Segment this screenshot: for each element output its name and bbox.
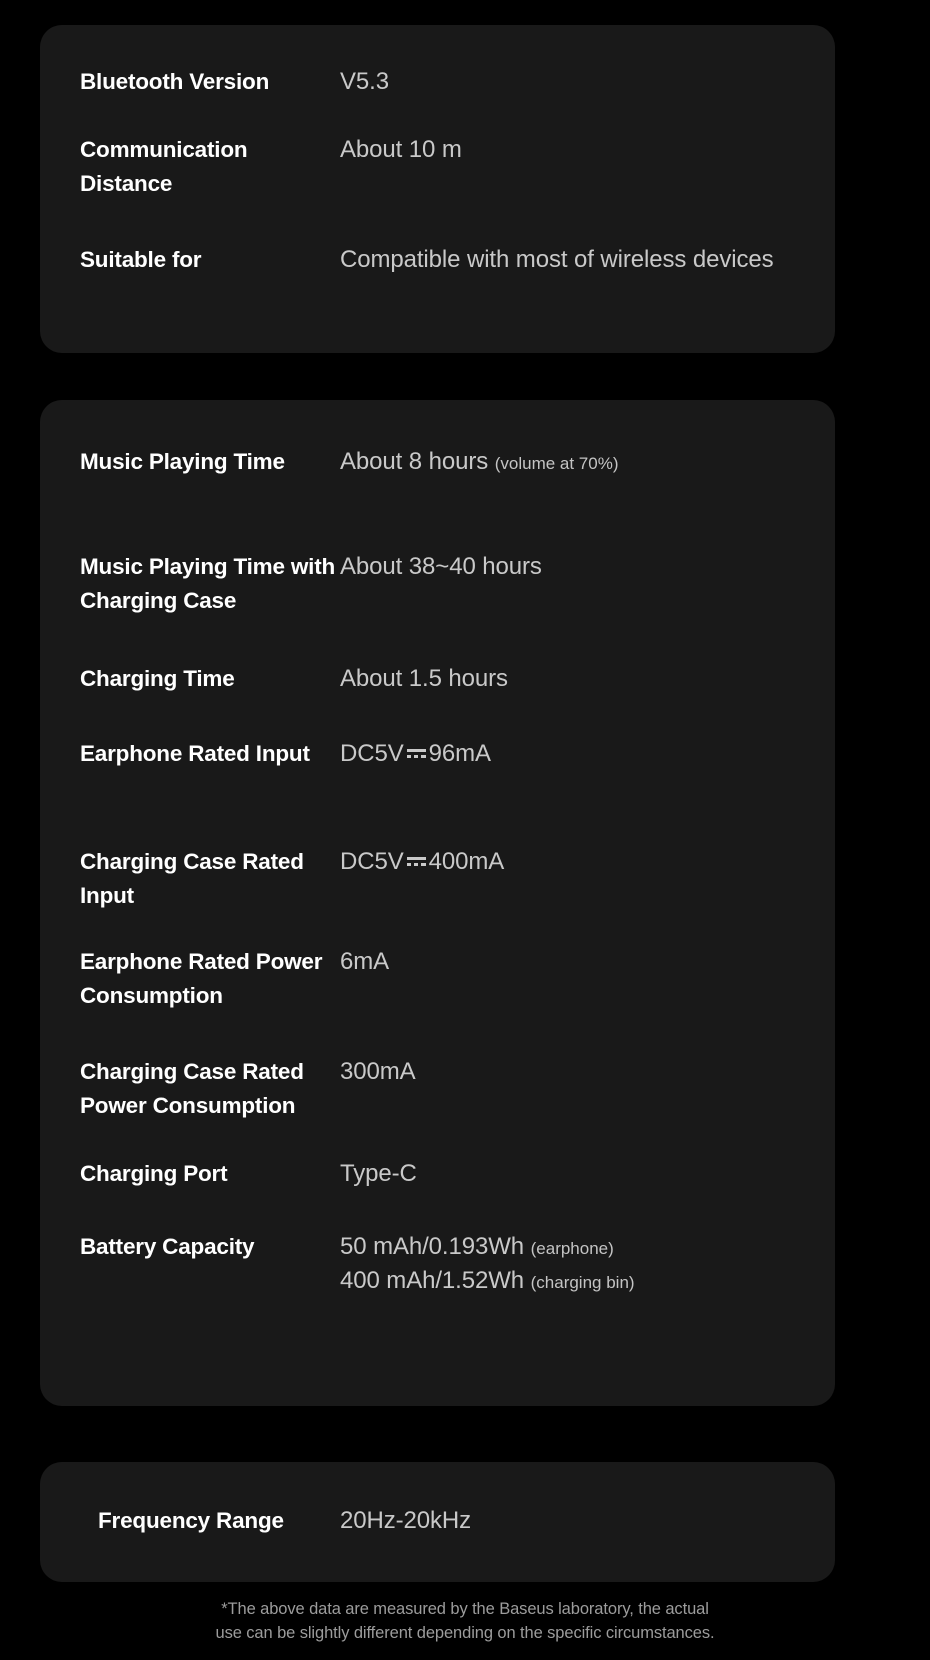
value-note: (earphone)	[530, 1239, 614, 1258]
spec-value: About 38~40 hours	[340, 553, 542, 580]
spec-row-communication-distance: Communication Distance About 10 m	[40, 133, 835, 201]
disclaimer-footnote: *The above data are measured by the Base…	[0, 1598, 930, 1646]
spec-label: Music Playing Time with Charging Case	[80, 554, 336, 613]
spec-label: Suitable for	[80, 247, 202, 272]
spec-label: Frequency Range	[98, 1508, 284, 1533]
spec-value: About 8 hours (volume at 70%)	[340, 445, 835, 479]
spec-row-music-playing-time-with-case: Music Playing Time with Charging Case Ab…	[40, 550, 835, 618]
spec-row-charging-case-rated-input: Charging Case Rated Input DC5V 400mA	[40, 845, 835, 913]
spec-row-earphone-power-consumption: Earphone Rated Power Consumption 6mA	[40, 945, 835, 1013]
footnote-line-2: use can be slightly different depending …	[215, 1623, 715, 1642]
footnote-line-1: *The above data are measured by the Base…	[221, 1600, 709, 1618]
spec-value: 50 mAh/0.193Wh (earphone) 400 mAh/1.52Wh…	[340, 1230, 835, 1298]
spec-label: Music Playing Time	[80, 449, 285, 474]
spec-label: Earphone Rated Input	[80, 741, 310, 766]
value-prefix: DC5V	[340, 740, 404, 767]
spec-row-charging-time: Charging Time About 1.5 hours	[40, 662, 835, 696]
battery-capacity-earphone: 50 mAh/0.193Wh (earphone)	[340, 1230, 805, 1264]
spec-row-bluetooth-version: Bluetooth Version V5.3	[40, 65, 835, 99]
spec-value: DC5V 96mA	[340, 737, 835, 771]
spec-row-charging-port: Charging Port Type-C	[40, 1157, 835, 1191]
value-suffix: 96mA	[428, 740, 491, 767]
spec-row-battery-capacity: Battery Capacity 50 mAh/0.193Wh (earphon…	[40, 1230, 835, 1298]
value-text: About 8 hours	[340, 448, 489, 475]
spec-label: Battery Capacity	[80, 1234, 255, 1259]
battery-capacity-charging-bin: 400 mAh/1.52Wh (charging bin)	[340, 1264, 805, 1298]
spec-label: Bluetooth Version	[80, 69, 270, 94]
spec-row-frequency-range: Frequency Range 20Hz-20kHz	[40, 1504, 835, 1538]
spec-value: 20Hz-20kHz	[340, 1507, 472, 1534]
spec-row-music-playing-time: Music Playing Time About 8 hours (volume…	[40, 445, 835, 479]
spec-value: About 10 m	[340, 136, 462, 163]
spec-value: DC5V 400mA	[340, 845, 835, 879]
value-note: (charging bin)	[530, 1273, 635, 1293]
spec-row-suitable-for: Suitable for Compatible with most of wir…	[40, 243, 835, 277]
spec-sheet-page: Bluetooth Version V5.3 Communication Dis…	[0, 0, 930, 1660]
spec-label: Charging Port	[80, 1161, 228, 1186]
value-text: 400 mAh/1.52Wh	[340, 1267, 525, 1295]
spec-value: About 1.5 hours	[340, 665, 508, 692]
spec-row-earphone-rated-input: Earphone Rated Input DC5V 96mA	[40, 737, 835, 771]
spec-value: Compatible with most of wireless devices	[340, 246, 774, 273]
direct-current-mark-icon	[406, 746, 426, 763]
spec-value: 6mA	[340, 948, 390, 975]
value-text: 50 mAh/0.193Wh	[340, 1233, 525, 1260]
spec-label: Charging Case Rated Input	[80, 849, 304, 908]
spec-label: Charging Case Rated Power Consumption	[80, 1059, 304, 1118]
direct-current-mark-icon	[406, 854, 426, 871]
spec-label: Charging Time	[80, 666, 235, 691]
spec-value: 300mA	[340, 1058, 416, 1085]
value-suffix: 400mA	[428, 848, 505, 875]
spec-label: Earphone Rated Power Consumption	[80, 949, 323, 1008]
battery-card: Music Playing Time About 8 hours (volume…	[40, 400, 835, 1406]
value-note: (volume at 70%)	[494, 454, 619, 473]
specs-card: Bluetooth Version V5.3 Communication Dis…	[40, 25, 835, 353]
spec-label: Communication Distance	[80, 137, 248, 196]
spec-value: V5.3	[340, 68, 389, 95]
spec-value: Type-C	[340, 1160, 417, 1187]
spec-row-charging-case-power-consumption: Charging Case Rated Power Consumption 30…	[40, 1055, 835, 1123]
value-prefix: DC5V	[340, 848, 404, 875]
frequency-card: Frequency Range 20Hz-20kHz	[40, 1462, 835, 1582]
